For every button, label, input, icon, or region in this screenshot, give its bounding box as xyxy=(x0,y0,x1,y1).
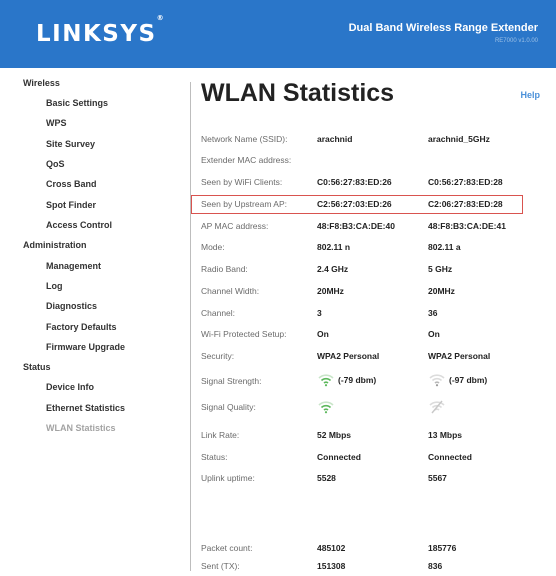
sidebar-item-basic-settings[interactable]: Basic Settings xyxy=(46,98,108,108)
sidebar-item-diagnostics[interactable]: Diagnostics xyxy=(46,301,97,311)
wifi-weak-signal-icon xyxy=(428,373,446,387)
page-title: WLAN Statistics xyxy=(201,79,395,107)
value-5ghz: 20MHz xyxy=(428,286,455,296)
stats-row-status: Status: Connected Connected xyxy=(191,449,556,467)
product-name: Dual Band Wireless Range Extender xyxy=(348,22,538,34)
value-5ghz: C0:56:27:83:ED:28 xyxy=(428,177,503,187)
help-link[interactable]: Help xyxy=(520,90,540,100)
value-2-4ghz: 48:F8:B3:CA:DE:40 xyxy=(317,221,395,231)
row-label: Extender MAC address: xyxy=(201,155,292,165)
sidebar-item-firmware-upgrade[interactable]: Firmware Upgrade xyxy=(46,342,125,352)
stats-row-mode: Mode: 802.11 n 802.11 a xyxy=(191,239,556,257)
row-label: AP MAC address: xyxy=(201,221,269,231)
stats-row-channel-width: Channel Width: 20MHz 20MHz xyxy=(191,283,556,301)
linksys-logo[interactable]: LINKSYS® xyxy=(36,14,164,47)
value-2-4ghz: (-79 dbm) xyxy=(317,373,376,387)
value-2-4ghz: 3 xyxy=(317,308,322,318)
sidebar-item-site-survey[interactable]: Site Survey xyxy=(46,139,95,149)
row-label: Status: xyxy=(201,452,228,462)
row-label: Link Rate: xyxy=(201,430,240,440)
value-2-4ghz: 52 Mbps xyxy=(317,430,352,440)
row-label: Channel: xyxy=(201,308,236,318)
row-label: Network Name (SSID): xyxy=(201,134,288,144)
stats-row-security: Security: WPA2 Personal WPA2 Personal xyxy=(191,348,556,366)
value-5ghz: Connected xyxy=(428,452,472,462)
value-2-4ghz: C0:56:27:83:ED:26 xyxy=(317,177,392,187)
row-label: Radio Band: xyxy=(201,264,248,274)
sidebar-item-qos[interactable]: QoS xyxy=(46,159,65,169)
main-content: WLAN Statistics Help Network Name (SSID)… xyxy=(191,68,556,571)
value-5ghz: arachnid_5GHz xyxy=(428,134,490,144)
sidebar-nav: Wireless Basic Settings WPS Site Survey … xyxy=(0,68,190,571)
stats-row-channel: Channel: 3 36 xyxy=(191,305,556,323)
value-5ghz: 5 GHz xyxy=(428,264,453,274)
value-5ghz: WPA2 Personal xyxy=(428,351,491,361)
value-2-4ghz: 802.11 n xyxy=(317,242,351,252)
model-version: RE7000 v1.0.00 xyxy=(494,38,538,44)
stats-row-ssid: Network Name (SSID): arachnid arachnid_5… xyxy=(191,131,556,149)
value-5ghz xyxy=(428,400,449,414)
stats-row-ap-mac: AP MAC address: 48:F8:B3:CA:DE:40 48:F8:… xyxy=(191,218,556,236)
sidebar-item-wlan-statistics[interactable]: WLAN Statistics xyxy=(46,423,116,433)
stats-row-signal-strength: Signal Strength: (-79 dbm) (-97 dbm) xyxy=(191,372,556,392)
stats-row-packet-count: Packet count: 485102 185776 xyxy=(191,540,556,558)
value-2-4ghz: 2.4 GHz xyxy=(317,264,349,274)
stats-row-radio-band: Radio Band: 2.4 GHz 5 GHz xyxy=(191,261,556,279)
sidebar-item-ethernet-statistics[interactable]: Ethernet Statistics xyxy=(46,403,125,413)
sidebar-item-factory-defaults[interactable]: Factory Defaults xyxy=(46,322,117,332)
stats-row-extender-mac: Extender MAC address: xyxy=(191,152,556,170)
stats-row-sent-tx: Sent (TX): 151308 836 xyxy=(191,558,556,576)
value-5ghz: 13 Mbps xyxy=(428,430,463,440)
nav-section-administration: Administration xyxy=(23,240,87,250)
sidebar-item-cross-band[interactable]: Cross Band xyxy=(46,179,97,189)
value-5ghz: (-97 dbm) xyxy=(428,373,487,387)
value-2-4ghz: 485102 xyxy=(317,543,346,553)
nav-section-status: Status xyxy=(23,362,51,372)
row-label: Signal Quality: xyxy=(201,402,256,412)
value-2-4ghz: arachnid xyxy=(317,134,353,144)
value-2-4ghz xyxy=(317,400,338,414)
sidebar-item-access-control[interactable]: Access Control xyxy=(46,220,112,230)
stats-row-uplink-uptime: Uplink uptime: 5528 5567 xyxy=(191,470,556,488)
value-5ghz: 48:F8:B3:CA:DE:41 xyxy=(428,221,506,231)
value-2-4ghz: Connected xyxy=(317,452,361,462)
value-5ghz: On xyxy=(428,329,440,339)
value-5ghz: 36 xyxy=(428,308,438,318)
wifi-signal-icon xyxy=(317,400,335,414)
sidebar-item-device-info[interactable]: Device Info xyxy=(46,382,94,392)
row-label: Channel Width: xyxy=(201,286,260,296)
value-2-4ghz: 5528 xyxy=(317,473,336,483)
wifi-signal-icon xyxy=(317,373,335,387)
value-2-4ghz: On xyxy=(317,329,329,339)
row-label: Mode: xyxy=(201,242,225,252)
row-label: Uplink uptime: xyxy=(201,473,255,483)
value-5ghz: 802.11 a xyxy=(428,242,461,252)
sidebar-item-wps[interactable]: WPS xyxy=(46,118,67,128)
stats-row-link-rate: Link Rate: 52 Mbps 13 Mbps xyxy=(191,427,556,445)
stats-row-signal-quality: Signal Quality: xyxy=(191,398,556,418)
nav-section-wireless: Wireless xyxy=(23,78,60,88)
sidebar-item-spot-finder[interactable]: Spot Finder xyxy=(46,200,96,210)
row-label: Signal Strength: xyxy=(201,376,262,386)
sidebar-item-management[interactable]: Management xyxy=(46,261,101,271)
row-label: Seen by WiFi Clients: xyxy=(201,177,283,187)
value-2-4ghz: 151308 xyxy=(317,561,346,571)
row-label: Wi-Fi Protected Setup: xyxy=(201,329,287,339)
row-label: Security: xyxy=(201,351,235,361)
wifi-no-signal-icon xyxy=(428,400,446,414)
value-5ghz: 5567 xyxy=(428,473,447,483)
value-2-4ghz: WPA2 Personal xyxy=(317,351,380,361)
stats-row-wps: Wi-Fi Protected Setup: On On xyxy=(191,326,556,344)
row-label: Packet count: xyxy=(201,543,253,553)
sidebar-item-log[interactable]: Log xyxy=(46,281,63,291)
row-label: Sent (TX): xyxy=(201,561,240,571)
value-5ghz: 185776 xyxy=(428,543,457,553)
top-header-bar: LINKSYS® Dual Band Wireless Range Extend… xyxy=(0,0,556,68)
value-5ghz: 836 xyxy=(428,561,443,571)
value-2-4ghz: 20MHz xyxy=(317,286,344,296)
upstream-ap-highlight-box xyxy=(191,195,523,214)
stats-row-seen-by-wifi-clients: Seen by WiFi Clients: C0:56:27:83:ED:26 … xyxy=(191,174,556,192)
